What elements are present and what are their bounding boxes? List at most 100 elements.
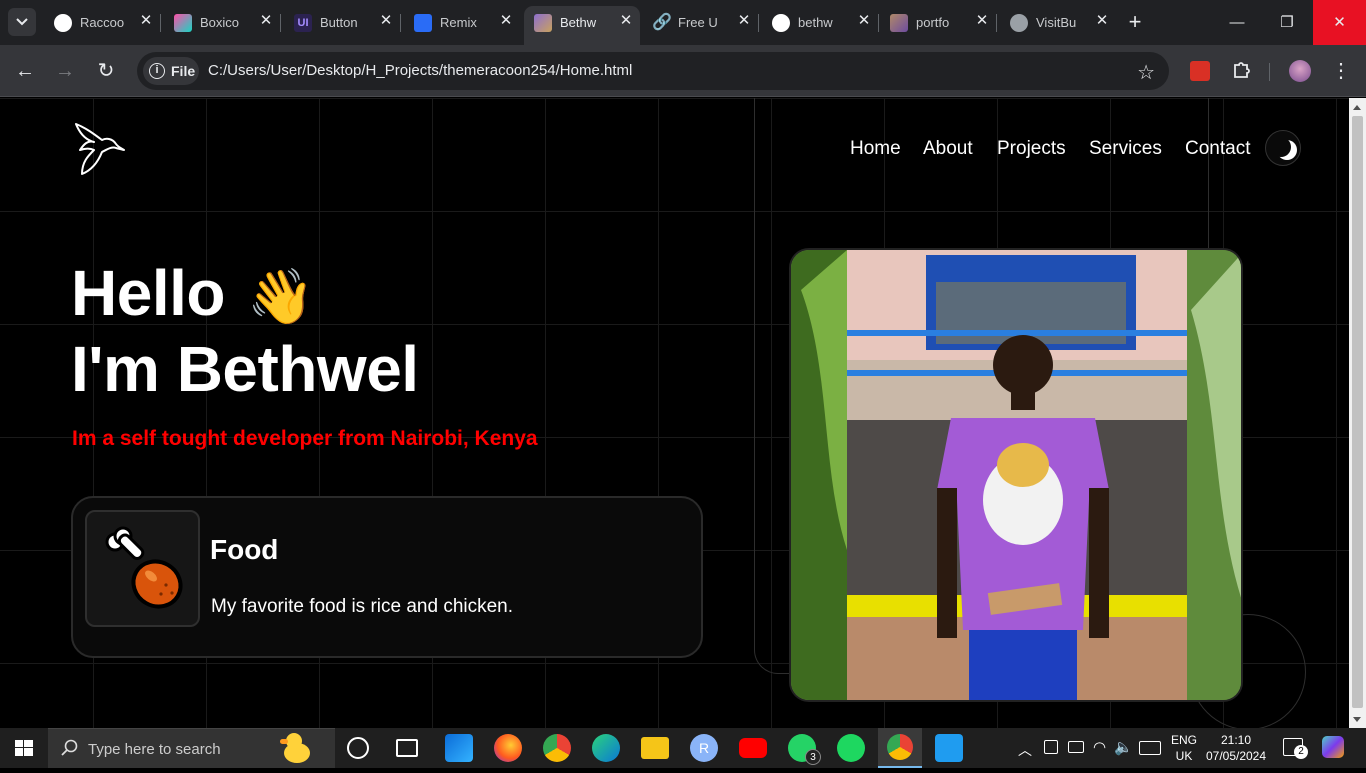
close-tab-icon[interactable]: ✕ (256, 11, 276, 31)
spotify-icon[interactable] (837, 734, 865, 762)
github-icon (54, 14, 72, 32)
youtube-icon[interactable] (739, 738, 767, 758)
hummingbird-logo-icon[interactable] (70, 120, 128, 178)
close-tab-icon[interactable]: ✕ (496, 11, 516, 31)
browser-menu-icon[interactable]: ⋮ (1329, 59, 1353, 83)
close-tab-icon[interactable]: ✕ (972, 11, 992, 31)
chrome-icon[interactable] (543, 734, 571, 762)
browser-tab-0[interactable]: Raccoo ✕ (44, 6, 160, 40)
info-icon: i (149, 63, 165, 79)
card-title: Food (210, 534, 279, 565)
nav-services[interactable]: Services (1089, 138, 1162, 160)
wifi-icon[interactable]: ◠ (1093, 738, 1106, 756)
reload-button[interactable]: ↻ (94, 59, 118, 83)
boxicons-icon (174, 14, 192, 32)
address-bar[interactable]: i File C:/Users/User/Desktop/H_Projects/… (137, 52, 1169, 90)
close-tab-icon[interactable]: ✕ (136, 11, 156, 31)
keyboard-icon[interactable] (1139, 741, 1161, 755)
pdf-extension-icon[interactable] (1188, 59, 1212, 83)
r-app-icon[interactable]: R (690, 734, 718, 762)
microsoft-store-icon[interactable] (445, 734, 473, 762)
volume-icon[interactable]: 🔈 (1114, 738, 1133, 756)
url-text[interactable]: C:/Users/User/Desktop/H_Projects/themera… (208, 62, 632, 79)
bookmark-star-icon[interactable]: ☆ (1137, 60, 1155, 85)
copilot-icon[interactable] (1322, 736, 1344, 758)
restore-button[interactable]: ❐ (1262, 0, 1312, 45)
profile-avatar[interactable] (1288, 59, 1312, 83)
site-info-chip[interactable]: i File (143, 57, 199, 85)
close-window-button[interactable]: ✕ (1313, 0, 1366, 45)
browser-tab-6[interactable]: bethw ✕ (762, 6, 878, 40)
forward-button[interactable]: → (53, 59, 77, 83)
search-icon (61, 739, 78, 756)
link-icon: 🔗 (652, 14, 672, 31)
browser-tab-7[interactable]: portfo ✕ (880, 6, 996, 40)
browser-tab-8[interactable]: VisitBu ✕ (1000, 6, 1116, 40)
windows-start-button[interactable] (0, 728, 48, 768)
waving-hand-icon: 👋 (246, 267, 314, 327)
duck-search-highlight-icon (280, 733, 314, 765)
close-tab-icon[interactable]: ✕ (616, 11, 636, 31)
nav-contact[interactable]: Contact (1185, 138, 1250, 160)
cortana-icon[interactable] (347, 737, 369, 759)
site-icon (534, 14, 552, 32)
windows-taskbar: Type here to search R 3 ︿ ◠ 🔈 ENG UK 21:… (0, 728, 1366, 768)
scroll-down-arrow-icon[interactable] (1353, 717, 1361, 722)
whatsapp-badge: 3 (805, 749, 821, 765)
webpage: Home About Projects Services Contact Hel… (0, 98, 1349, 728)
hero-name: I'm Bethwel (71, 333, 419, 405)
scroll-up-arrow-icon[interactable] (1353, 105, 1361, 110)
chevron-down-icon (16, 18, 28, 26)
edge-icon[interactable] (592, 734, 620, 762)
browser-tab-strip: Raccoo ✕ Boxico ✕ UI Button ✕ Remix ✕ Be… (0, 0, 1366, 45)
extensions-puzzle-icon[interactable] (1229, 59, 1253, 83)
image-icon (890, 14, 908, 32)
chicken-leg-icon (105, 526, 183, 609)
hero-greeting: Hello 👋 (71, 257, 314, 329)
browser-tab-5[interactable]: 🔗 Free U ✕ (642, 6, 758, 40)
remix-icon (414, 14, 432, 32)
info-card: Food My favorite food is rice and chicke… (71, 496, 703, 658)
vscode-icon[interactable] (935, 734, 963, 762)
theme-toggle-button[interactable] (1265, 130, 1301, 166)
profile-photo (789, 248, 1243, 702)
hero-tagline: Im a self tought developer from Nairobi,… (72, 427, 538, 450)
browser-tab-2[interactable]: UI Button ✕ (284, 6, 400, 40)
chrome-active-icon[interactable] (878, 728, 922, 768)
windows-logo-icon (15, 740, 33, 756)
task-view-icon[interactable] (396, 739, 418, 757)
uiverse-icon: UI (294, 14, 312, 32)
nav-projects[interactable]: Projects (997, 138, 1066, 160)
browser-toolbar: ← → ↻ i File C:/Users/User/Desktop/H_Pro… (0, 45, 1366, 97)
tray-overflow-chevron-icon[interactable]: ︿ (1018, 740, 1032, 760)
clock[interactable]: 21:10 07/05/2024 (1204, 732, 1268, 764)
tab-search-button[interactable] (8, 8, 36, 36)
file-explorer-icon[interactable] (641, 737, 669, 759)
browser-tab-3[interactable]: Remix ✕ (404, 6, 520, 40)
nav-home[interactable]: Home (850, 138, 901, 160)
close-tab-icon[interactable]: ✕ (854, 11, 874, 31)
back-button[interactable]: ← (13, 59, 37, 83)
close-tab-icon[interactable]: ✕ (734, 11, 754, 31)
browser-tab-1[interactable]: Boxico ✕ (164, 6, 280, 40)
moon-icon (1271, 137, 1291, 157)
minimize-button[interactable]: — (1212, 0, 1262, 45)
github-icon (772, 14, 790, 32)
close-tab-icon[interactable]: ✕ (1092, 11, 1112, 31)
scrollbar-thumb[interactable] (1352, 116, 1363, 708)
firefox-icon[interactable] (494, 734, 522, 762)
battery-icon[interactable] (1068, 741, 1084, 753)
whatsapp-icon[interactable]: 3 (788, 734, 821, 765)
notifications-icon[interactable]: 2 (1283, 738, 1308, 759)
card-icon-box (85, 510, 200, 627)
browser-tab-4-active[interactable]: Bethw ✕ (524, 6, 640, 45)
close-tab-icon[interactable]: ✕ (376, 11, 396, 31)
nav-about[interactable]: About (923, 138, 973, 160)
tray-device-icon[interactable] (1044, 740, 1058, 754)
globe-icon (1010, 14, 1028, 32)
new-tab-button[interactable]: + (1122, 10, 1148, 36)
language-indicator[interactable]: ENG UK (1168, 732, 1200, 764)
page-scrollbar[interactable] (1349, 98, 1366, 728)
card-text: My favorite food is rice and chicken. (211, 596, 514, 617)
taskbar-search-box[interactable]: Type here to search (48, 728, 335, 768)
